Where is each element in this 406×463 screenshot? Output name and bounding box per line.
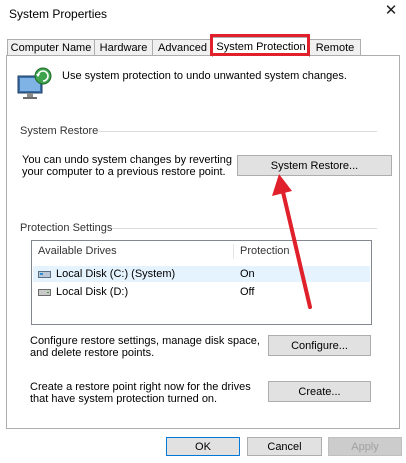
drive-protection-status: Off (240, 286, 255, 298)
tab-advanced[interactable]: Advanced (152, 39, 213, 56)
protection-settings-group-label: Protection Settings (20, 222, 113, 234)
configure-description: Configure restore settings, manage disk … (30, 335, 260, 359)
tab-remote[interactable]: Remote (309, 39, 361, 56)
ok-button[interactable]: OK (166, 437, 240, 456)
drive-name: Local Disk (C:) (System) (56, 268, 176, 280)
create-button[interactable]: Create... (268, 381, 371, 402)
system-protection-icon (17, 67, 52, 99)
system-restore-button[interactable]: System Restore... (237, 155, 392, 176)
intro-text: Use system protection to undo unwanted s… (62, 70, 347, 82)
apply-button[interactable]: Apply (328, 437, 402, 456)
column-separator (233, 244, 234, 259)
tab-computer-name[interactable]: Computer Name (7, 39, 95, 56)
group-divider (112, 228, 377, 229)
system-restore-group-label: System Restore (20, 125, 99, 137)
drives-list[interactable]: Available Drives Protection Local Disk (… (31, 240, 372, 325)
table-row[interactable]: Local Disk (C:) (System) On (33, 266, 370, 282)
column-header-protection[interactable]: Protection (240, 241, 290, 262)
group-divider (98, 131, 377, 132)
tab-hardware[interactable]: Hardware (94, 39, 153, 56)
tab-highlight-annotation (210, 34, 310, 56)
column-header-available-drives[interactable]: Available Drives (38, 241, 117, 262)
window-title: System Properties (9, 7, 108, 21)
configure-button[interactable]: Configure... (268, 335, 371, 356)
table-row[interactable]: Local Disk (D:) Off (33, 284, 370, 300)
drive-name: Local Disk (D:) (56, 286, 129, 298)
drive-icon (38, 289, 51, 297)
close-icon[interactable]: ✕ (383, 3, 399, 19)
drive-protection-status: On (240, 268, 255, 280)
cancel-button[interactable]: Cancel (247, 437, 322, 456)
create-description: Create a restore point right now for the… (30, 381, 251, 405)
system-restore-description: You can undo system changes by reverting… (22, 154, 232, 178)
system-drive-icon (38, 271, 51, 279)
